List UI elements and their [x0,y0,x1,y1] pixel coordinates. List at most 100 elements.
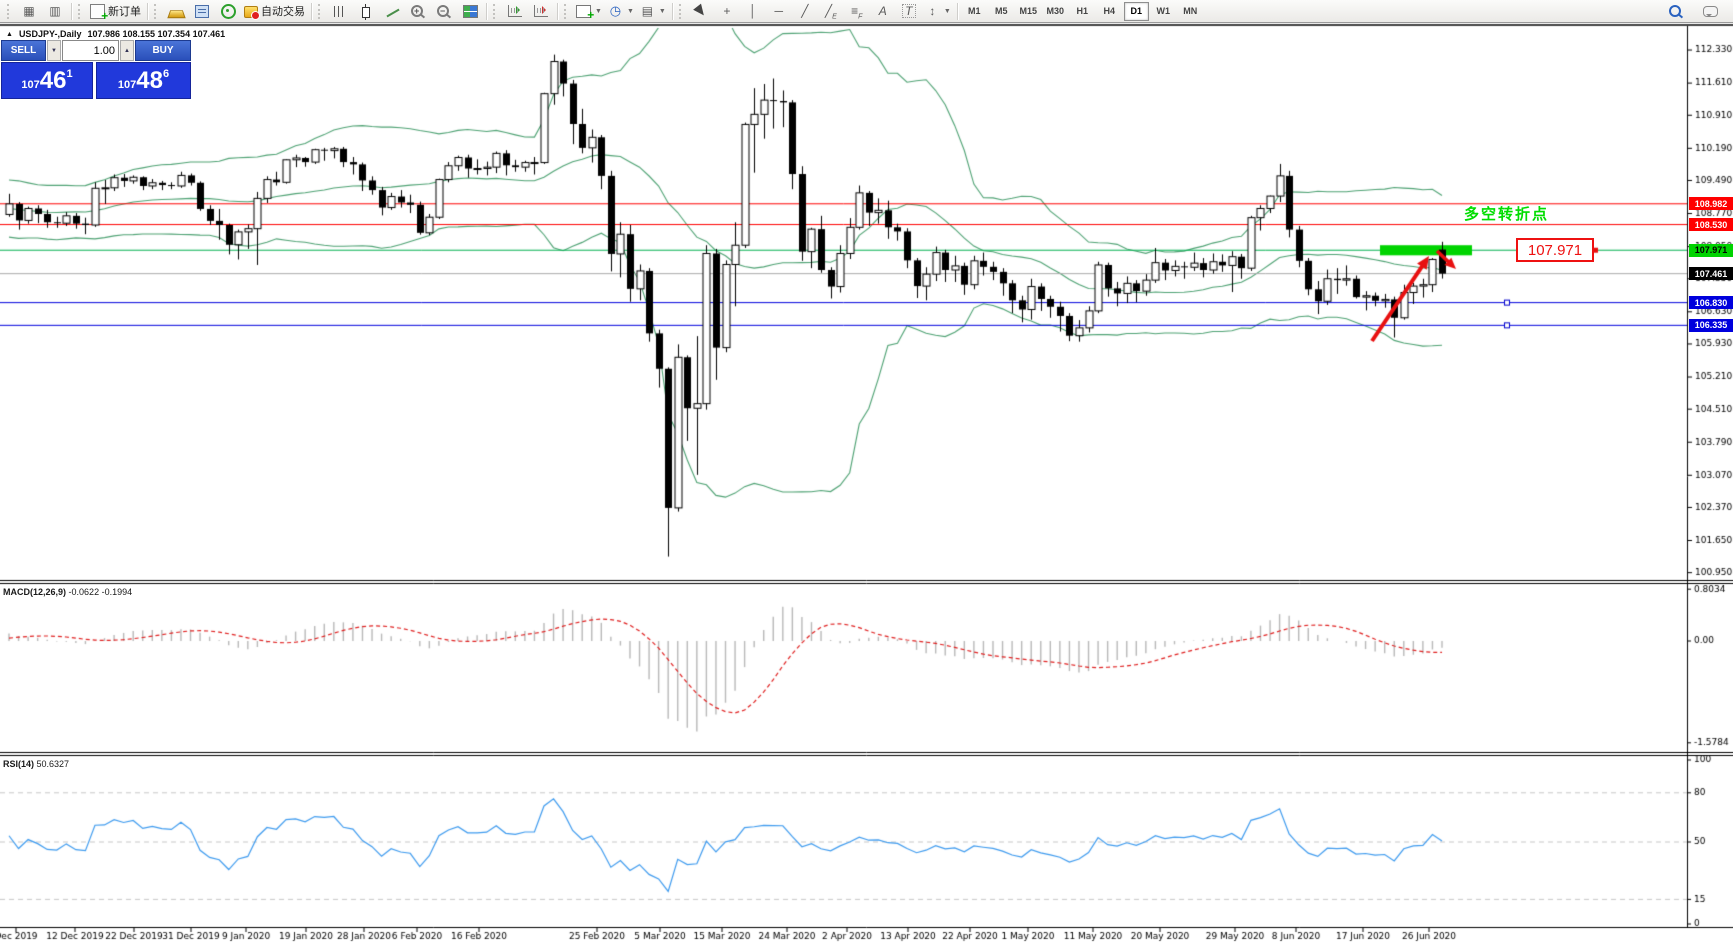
templates-icon: ▤ [640,4,655,18]
chart-shift-button[interactable] [528,1,554,22]
dropdown-caret-icon[interactable]: ▼ [595,8,602,15]
crosshair-icon: + [719,4,734,18]
symbol-period-label: USDJPY-,Daily [19,29,82,39]
autotrading-label: 自动交易 [261,3,305,19]
sell-price-big: 46 [40,66,67,96]
signal-button[interactable] [215,1,241,22]
channel-icon: ╱E [823,4,838,18]
zoom-out-icon: − [437,4,452,18]
hline-button[interactable]: ─ [766,1,792,22]
autotrading-icon [244,6,258,18]
crosshair-button[interactable]: + [714,1,740,22]
axis-badge-current-price: 107.461 [1689,267,1733,280]
macd-indicator-label: MACD(12,26,9) -0.0622 -0.1994 [3,587,132,597]
one-click-trading-panel: SELL ▼ ▲ BUY 107 46 1 107 48 6 [1,40,194,99]
chat-button[interactable] [1697,1,1723,22]
chart-canvas[interactable] [0,0,1733,946]
sell-button[interactable]: SELL [1,40,46,61]
axis-badge-resistance-1: 108.982 [1689,197,1733,210]
timeframe-h4[interactable]: H4 [1097,2,1122,21]
tile-windows-icon [463,5,478,18]
indicators-button[interactable]: ▼ [573,1,605,22]
axis-badge-support-2: 106.335 [1689,319,1733,332]
timeframe-w1[interactable]: W1 [1151,2,1176,21]
hline-icon: ─ [771,4,786,18]
line-chart-icon [386,6,399,17]
volume-increase-button[interactable]: ▲ [120,40,134,61]
volume-decrease-button[interactable]: ▼ [47,40,61,61]
buy-price-tile[interactable]: 107 48 6 [96,62,191,99]
market-icon [195,5,209,18]
sell-price-tile[interactable]: 107 46 1 [1,62,93,99]
vline-icon: │ [745,4,760,18]
timeframe-m5[interactable]: M5 [989,2,1014,21]
axis-badge-support-1: 106.830 [1689,296,1733,309]
new-chart-button[interactable]: ▦ [16,1,42,22]
fibo-button[interactable]: ≡F [844,1,870,22]
search-button[interactable] [1663,1,1689,22]
label-icon: T [902,4,916,18]
dropdown-caret-icon[interactable]: ▼ [659,8,666,15]
period-icon: ◷ [608,4,623,18]
mt4-window: ▦▥新订单自动交易+−▼◷▼▤▼+│─╱╱E≡FAT↕▼M1M5M15M30H1… [0,0,1733,946]
timeframe-m1[interactable]: M1 [962,2,987,21]
gold-button[interactable] [163,1,189,22]
arrows-button[interactable]: ↕▼ [922,1,954,22]
rsi-indicator-label: RSI(14) 50.6327 [3,759,69,769]
timeframe-h1[interactable]: H1 [1070,2,1095,21]
zoom-out-button[interactable]: − [431,1,457,22]
volume-input[interactable] [62,40,119,61]
dropdown-caret-icon[interactable]: ▼ [627,8,634,15]
line-chart-button[interactable] [379,1,405,22]
cursor-icon [693,4,708,18]
tile-windows-button[interactable] [457,1,483,22]
timeframe-m15[interactable]: M15 [1016,2,1041,21]
toolbar: ▦▥新订单自动交易+−▼◷▼▤▼+│─╱╱E≡FAT↕▼M1M5M15M30H1… [0,0,1733,23]
one-click-toggle-icon[interactable]: ▲ [6,31,13,38]
turning-point-annotation: 多空转折点 [1464,203,1549,224]
profiles-button[interactable]: ▥ [42,1,68,22]
signal-icon [221,4,236,19]
autotrading-button[interactable]: 自动交易 [241,1,308,22]
text-icon: A [875,4,890,18]
market-button[interactable] [189,1,215,22]
axis-badge-key-level: 107.971 [1689,244,1733,257]
bar-chart-icon [334,6,346,17]
profiles-icon: ▥ [48,4,63,18]
templates-button[interactable]: ▤▼ [637,1,669,22]
candlestick-icon [362,7,370,18]
buy-price-pip: 6 [163,68,169,80]
candlestick-button[interactable] [353,1,379,22]
buy-price-prefix: 107 [118,79,136,91]
autoscroll-button[interactable] [502,1,528,22]
text-button[interactable]: A [870,1,896,22]
cursor-button[interactable] [688,1,714,22]
label-button[interactable]: T [896,1,922,22]
gold-icon [167,10,185,18]
axis-badge-resistance-2: 108.530 [1689,218,1733,231]
chart-shift-icon [534,5,548,17]
vline-button[interactable]: │ [740,1,766,22]
trendline-icon: ╱ [797,4,812,18]
fibo-icon: ≡F [849,4,864,18]
indicators-icon [576,5,591,18]
dropdown-caret-icon[interactable]: ▼ [944,8,951,15]
bar-chart-button[interactable] [327,1,353,22]
timeframe-d1[interactable]: D1 [1124,2,1149,21]
search-icon [1669,4,1684,18]
buy-price-big: 48 [136,66,163,96]
price-callout-label[interactable]: 107.971 [1516,238,1594,262]
ohlc-values: 107.986 108.155 107.354 107.461 [87,29,225,39]
timeframe-m30[interactable]: M30 [1043,2,1068,21]
new-chart-icon: ▦ [22,4,37,18]
new-order-button[interactable]: 新订单 [87,1,144,22]
trendline-button[interactable]: ╱ [792,1,818,22]
timeframe-mn[interactable]: MN [1178,2,1203,21]
period-button[interactable]: ◷▼ [605,1,637,22]
zoom-in-icon: + [411,4,426,18]
autoscroll-icon [508,5,522,17]
zoom-in-button[interactable]: + [405,1,431,22]
buy-button[interactable]: BUY [135,40,191,61]
channel-button[interactable]: ╱E [818,1,844,22]
arrows-icon: ↕ [925,4,940,18]
